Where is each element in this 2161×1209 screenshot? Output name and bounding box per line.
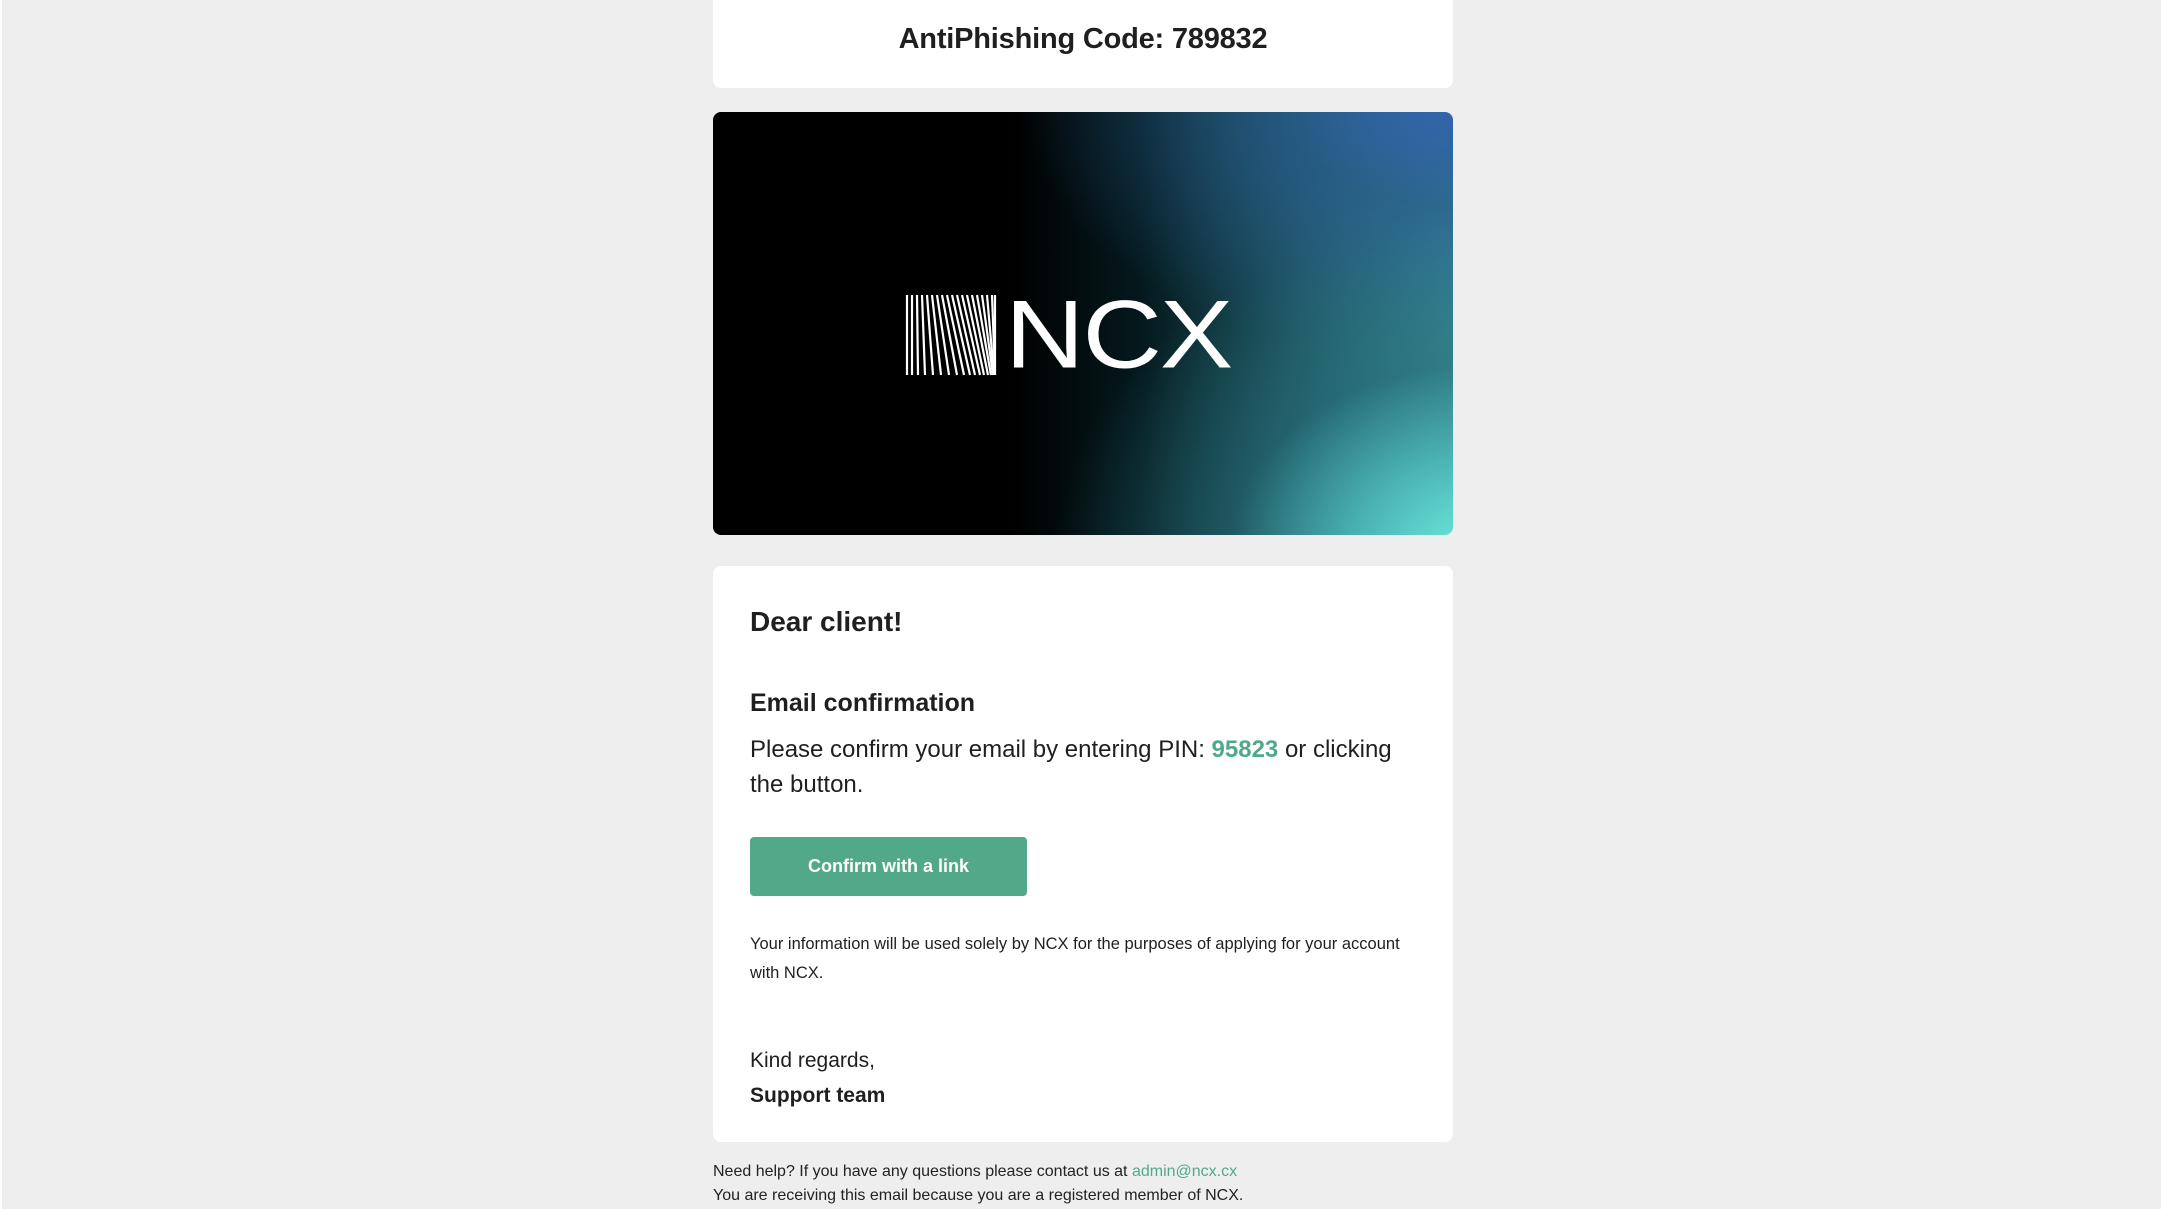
confirm-instructions: Please confirm your email by entering PI…	[750, 732, 1416, 802]
help-text: Need help? If you have any questions ple…	[713, 1163, 1132, 1180]
page-edge	[0, 0, 2, 1209]
ncx-logo-text: NCX	[1005, 280, 1233, 389]
signature: Support team	[750, 1083, 886, 1107]
ncx-logo: NCX	[905, 280, 1233, 390]
membership-notice: You are receiving this email because you…	[713, 1187, 1244, 1204]
support-email-link[interactable]: admin@ncx.cx	[1132, 1163, 1237, 1180]
email-column: AntiPhishing Code: 789832 NCX Dear clien…	[713, 0, 1453, 1208]
section-title: Email confirmation	[750, 689, 976, 718]
confirm-link-button[interactable]: Confirm with a link	[750, 836, 1027, 896]
antiphishing-card: AntiPhishing Code: 789832	[713, 0, 1453, 88]
pin-code: 95823	[1211, 735, 1279, 763]
message-card: Dear client! Email confirmation Please c…	[713, 566, 1453, 1142]
confirm-text-before: Please confirm your email by entering PI…	[750, 735, 1212, 763]
closing: Kind regards, Support team	[750, 1043, 1416, 1113]
privacy-notice: Your information will be used solely by …	[750, 934, 1400, 982]
antiphishing-code: AntiPhishing Code: 789832	[898, 22, 1268, 55]
help-line: Need help? If you have any questions ple…	[713, 1160, 1453, 1184]
regards-text: Kind regards,	[750, 1048, 875, 1072]
greeting: Dear client!	[750, 606, 903, 637]
footer: Need help? If you have any questions ple…	[713, 1160, 1453, 1208]
ncx-banner: NCX	[713, 112, 1453, 535]
ncx-lines-logo-icon	[905, 293, 997, 377]
